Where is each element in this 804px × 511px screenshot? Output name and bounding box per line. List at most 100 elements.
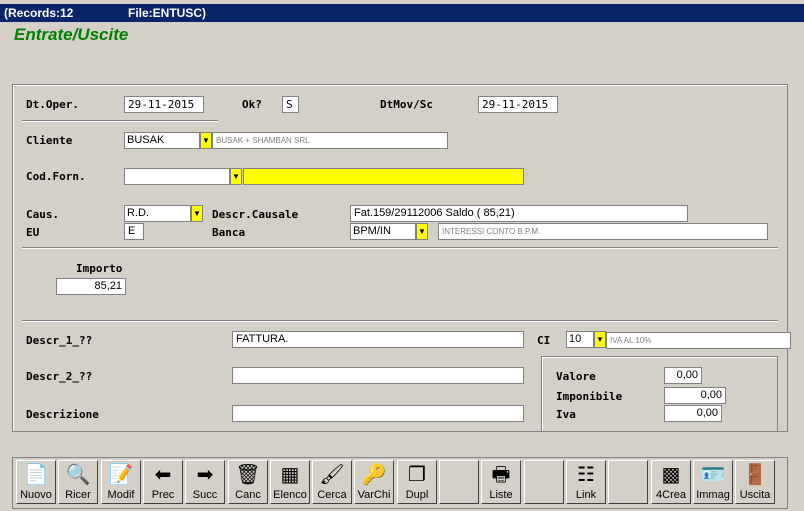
toolbar-button-label: Link [575, 489, 597, 501]
copy-icon: ❐ [408, 464, 426, 486]
toolbar-button-label: 4Crea [656, 489, 686, 501]
ok-field[interactable]: S [282, 96, 299, 113]
toolbar-button-label: Liste [489, 489, 513, 501]
toolbar-button-link[interactable]: ☷ Link [566, 460, 606, 504]
valore-field[interactable]: 0,00 [664, 367, 702, 384]
brush-icon: 🖌 [319, 464, 345, 486]
toolbar-button-empty[interactable] [524, 460, 564, 504]
toolbar-button-nuovo[interactable]: 📄 Nuovo [16, 460, 56, 504]
chevron-down-icon[interactable]: ▼ [191, 205, 203, 222]
ci-combo[interactable]: 10 ▼ [566, 331, 606, 348]
iva-label: Iva [556, 408, 576, 421]
imponibile-label: Imponibile [556, 390, 623, 403]
descr2-field[interactable] [232, 367, 524, 384]
toolbar-button-label: Elenco [273, 489, 307, 501]
toolbar-button-liste[interactable]: 🖶 Liste [481, 460, 521, 504]
imponibile-field[interactable]: 0,00 [664, 387, 726, 404]
dt-oper-field[interactable]: 29-11-2015 [124, 96, 204, 113]
keys-icon: 🔑 [361, 464, 387, 486]
toolbar-button-label: Ricer [65, 489, 91, 501]
toolbar-button-label: Canc [235, 489, 261, 501]
banca-value[interactable]: BPM/IN [350, 223, 416, 240]
file-name: File:ENTUSC) [128, 6, 206, 20]
list-grid-icon: ▦ [280, 464, 300, 486]
codforn-combo[interactable]: ▼ [124, 168, 242, 185]
toolbar-button-label: Dupl [405, 489, 429, 501]
caus-label: Caus. [26, 208, 60, 221]
codforn-value[interactable] [124, 168, 230, 185]
importo-field[interactable]: 85,21 [56, 278, 126, 295]
dtmov-field[interactable]: 29-11-2015 [478, 96, 558, 113]
cliente-combo[interactable]: BUSAK ▼ [124, 132, 212, 149]
magnifier-icon: 🔍 [65, 464, 91, 486]
create-icon: ▩ [661, 464, 681, 486]
descr1-label: Descr_1_?? [26, 334, 93, 347]
toolbar-button-label: VarChi [357, 489, 391, 501]
toolbar-button-label: Succ [192, 489, 218, 501]
codforn-label: Cod.Forn. [26, 170, 86, 183]
banca-description: INTERESSI CONTO B.P.M. [438, 223, 768, 240]
codforn-description[interactable] [243, 168, 524, 185]
toolbar-button-cerca[interactable]: 🖌 Cerca [312, 460, 352, 504]
chevron-down-icon[interactable]: ▼ [594, 331, 606, 348]
edit-doc-icon: 📝 [108, 464, 134, 486]
new-doc-icon: 📄 [23, 464, 49, 486]
ci-description: IVA AL 10% [606, 332, 791, 349]
banca-label: Banca [212, 226, 246, 239]
image-card-icon: 🪪 [700, 464, 726, 486]
divider [22, 120, 218, 122]
descr-causale-field[interactable]: Fat.159/29112006 Saldo ( 85,21) [350, 205, 688, 222]
importo-label: Importo [76, 262, 123, 275]
caus-combo[interactable]: R.D. ▼ [124, 205, 203, 222]
blank-icon [609, 461, 647, 489]
chevron-down-icon[interactable]: ▼ [230, 168, 242, 185]
valore-label: Valore [556, 370, 596, 383]
toolbar-button-empty[interactable] [439, 460, 479, 504]
arrow-right-icon: ➡ [196, 464, 214, 486]
title-bar: (Records:12 File:ENTUSC) [0, 4, 804, 22]
eu-label: EU [26, 226, 40, 239]
toolbar-button-elenco[interactable]: ▦ Elenco [270, 460, 310, 504]
divider [22, 247, 778, 249]
trash-icon: 🗑 [235, 464, 261, 486]
chevron-down-icon[interactable]: ▼ [200, 132, 212, 149]
dtmov-label: DtMov/Sc [380, 98, 433, 111]
descr-causale-label: Descr.Causale [212, 208, 299, 221]
toolbar-button-label: Nuovo [20, 489, 52, 501]
eu-field[interactable]: E [124, 223, 144, 240]
divider [22, 320, 778, 322]
banca-combo[interactable]: BPM/IN ▼ [350, 223, 428, 240]
descr1-field[interactable]: FATTURA. [232, 331, 524, 348]
ci-value[interactable]: 10 [566, 331, 594, 348]
toolbar-button-canc[interactable]: 🗑 Canc [228, 460, 268, 504]
cliente-value[interactable]: BUSAK [124, 132, 200, 149]
page-title: Entrate/Uscite [14, 25, 129, 44]
toolbar-button-varchi[interactable]: 🔑 VarChi [354, 460, 394, 504]
link-icon: ☷ [577, 464, 595, 486]
ok-label: Ok? [242, 98, 262, 111]
descrizione-field[interactable] [232, 405, 524, 422]
toolbar-button-4crea[interactable]: ▩ 4Crea [651, 460, 691, 504]
toolbar-button-dupl[interactable]: ❐ Dupl [397, 460, 437, 504]
cliente-label: Cliente [26, 134, 73, 147]
printer-icon: 🖶 [491, 464, 511, 486]
toolbar-button-prec[interactable]: ⬅ Prec [143, 460, 183, 504]
toolbar-button-immag[interactable]: 🪪 Immag [693, 460, 733, 504]
arrow-left-icon: ⬅ [154, 464, 172, 486]
cliente-description: BUSAK + SHAMBAN SRL [212, 132, 448, 149]
blank-icon [440, 461, 478, 489]
chevron-down-icon[interactable]: ▼ [416, 223, 428, 240]
descr2-label: Descr_2_?? [26, 370, 93, 383]
blank-icon [525, 461, 563, 489]
iva-field[interactable]: 0,00 [664, 405, 722, 422]
toolbar-button-label: Uscita [739, 489, 771, 501]
caus-value[interactable]: R.D. [124, 205, 191, 222]
toolbar-button-label: Immag [696, 489, 730, 501]
dt-oper-label: Dt.Oper. [26, 98, 79, 111]
records-count: (Records:12 [4, 6, 74, 20]
toolbar-button-succ[interactable]: ➡ Succ [185, 460, 225, 504]
toolbar-button-ricer[interactable]: 🔍 Ricer [58, 460, 98, 504]
toolbar-button-empty[interactable] [608, 460, 648, 504]
toolbar-button-uscita[interactable]: 🚪 Uscita [735, 460, 775, 504]
toolbar-button-modif[interactable]: 📝 Modif [101, 460, 141, 504]
